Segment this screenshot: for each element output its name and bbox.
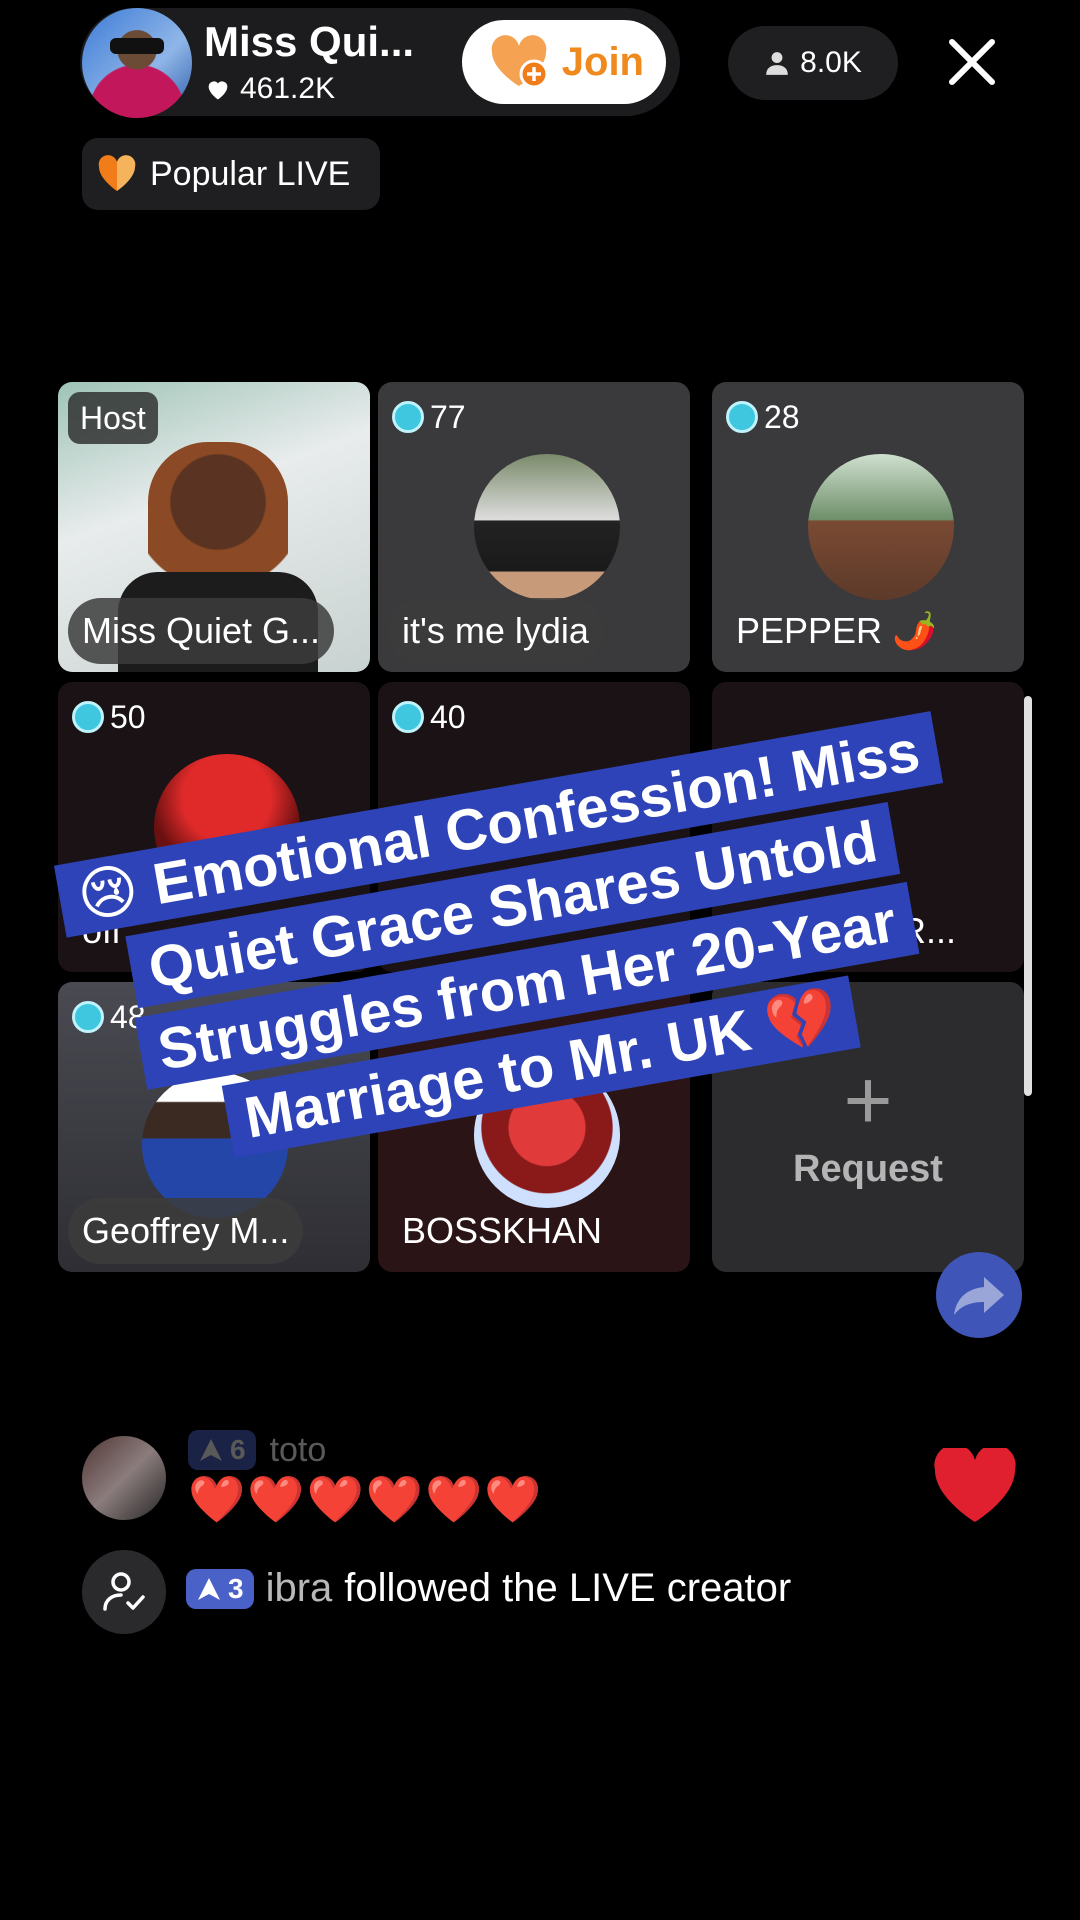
- guest-avatar: [808, 454, 954, 600]
- host-tile[interactable]: Host Miss Quiet G...: [58, 382, 370, 672]
- level-arrow-icon: [198, 1577, 220, 1600]
- follow-event: 3 ibra followed the LIVE creator: [186, 1566, 791, 1611]
- share-button[interactable]: [936, 1252, 1022, 1338]
- close-icon[interactable]: [946, 36, 998, 88]
- person-check-icon: [103, 1572, 145, 1611]
- level-badge: 3: [186, 1568, 254, 1609]
- guest-avatar: [474, 454, 620, 600]
- follow-event-icon: [82, 1550, 166, 1634]
- chat-previous-message: 6 toto: [188, 1428, 326, 1472]
- host-likes-count: 461.2K: [240, 72, 336, 105]
- level-arrow-icon: [200, 1439, 222, 1461]
- tile-name: Geoffrey M...: [68, 1198, 304, 1264]
- chat-message: ❤️❤️❤️❤️❤️❤️: [188, 1473, 544, 1525]
- score-value: 40: [430, 698, 466, 735]
- chat-avatar[interactable]: [82, 1436, 166, 1520]
- level-badge: 6: [188, 1430, 256, 1470]
- follow-text: followed the LIVE creator: [344, 1566, 792, 1610]
- guest-tile[interactable]: 77 it's me lydia: [378, 382, 690, 672]
- popular-live-badge[interactable]: Popular LIVE: [82, 138, 380, 210]
- tile-name: Miss Quiet G...: [68, 598, 335, 664]
- host-avatar[interactable]: [82, 8, 192, 118]
- level-value: 6: [230, 1434, 246, 1465]
- gem-icon: [392, 701, 424, 733]
- guest-score: 77: [392, 394, 466, 440]
- join-heart-icon: [491, 35, 549, 89]
- gem-icon: [72, 701, 104, 733]
- guest-score: 28: [726, 394, 800, 440]
- score-value: 28: [764, 398, 800, 435]
- heart-split-icon: [98, 155, 136, 191]
- host-name: Miss Qui...: [204, 18, 415, 65]
- gem-icon: [726, 401, 758, 433]
- level-value: 3: [228, 1572, 244, 1604]
- tile-name: PEPPER 🌶️: [736, 610, 937, 651]
- score-value: 77: [430, 398, 466, 435]
- host-tag: Host: [68, 392, 158, 444]
- score-value: 50: [110, 698, 146, 735]
- tile-name: it's me lydia: [388, 598, 603, 664]
- request-label: Request: [793, 1148, 943, 1190]
- guest-tile[interactable]: 28 PEPPER 🌶️: [712, 382, 1024, 672]
- host-likes: 461.2K: [204, 72, 335, 106]
- join-label: Join: [561, 39, 644, 84]
- tile-name: BOSSKHAN: [402, 1210, 603, 1251]
- join-button[interactable]: Join: [462, 20, 666, 104]
- chat-user[interactable]: ibra: [266, 1566, 333, 1611]
- popular-live-label: Popular LIVE: [150, 154, 351, 193]
- gem-icon: [392, 401, 424, 433]
- person-icon: [766, 52, 788, 75]
- scroll-indicator[interactable]: [1024, 696, 1032, 1096]
- viewer-count-text: 8.0K: [800, 46, 862, 79]
- heart-icon: [208, 81, 228, 100]
- share-arrow-icon: [954, 1277, 1004, 1315]
- guest-score: 40: [392, 694, 466, 740]
- chat-user: toto: [269, 1430, 327, 1469]
- guest-score: 50: [72, 694, 146, 740]
- viewer-count[interactable]: 8.0K: [728, 26, 898, 100]
- like-heart-icon[interactable]: [932, 1448, 1018, 1524]
